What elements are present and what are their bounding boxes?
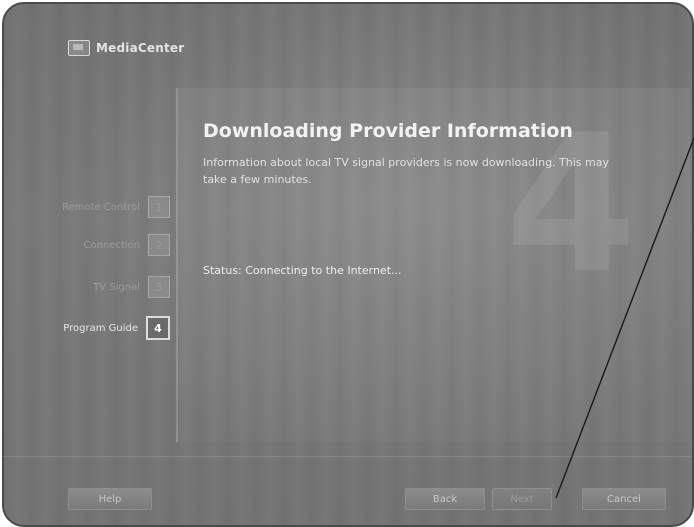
callout-pointer-line [555, 137, 694, 499]
callout-line [555, 137, 694, 499]
